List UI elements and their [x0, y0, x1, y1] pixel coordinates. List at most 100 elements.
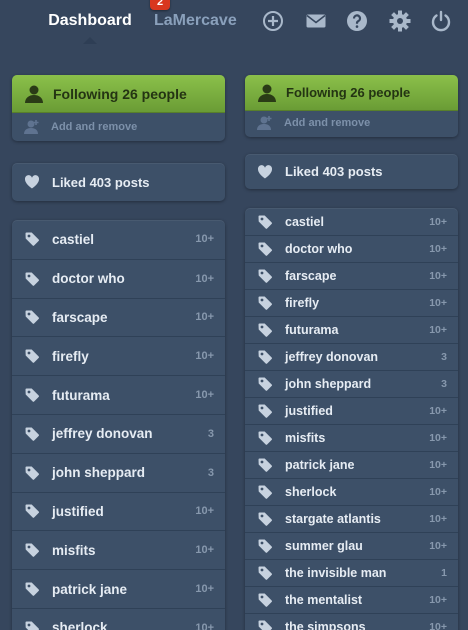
tag-new-post-count: 10+ [195, 621, 214, 630]
person-icon [258, 84, 276, 102]
tag-name: patrick jane [285, 458, 355, 472]
tag-list-item[interactable]: castiel 10+ [245, 208, 458, 235]
tag-icon [258, 620, 272, 630]
tag-new-post-count: 10+ [429, 405, 447, 417]
tag-name: stargate atlantis [285, 512, 381, 526]
tag-name: sherlock [52, 620, 108, 630]
gear-icon[interactable] [389, 10, 411, 32]
tag-name: firefly [52, 348, 89, 364]
mail-icon[interactable] [305, 10, 327, 32]
tag-list-item[interactable]: john sheppard 3 [245, 370, 458, 397]
following-card: Following 26 people Add and remove [245, 75, 458, 137]
tag-list-item[interactable]: farscape 10+ [12, 297, 225, 337]
tag-list-item[interactable]: the simpsons 10+ [245, 613, 458, 630]
nav-dashboard-tab[interactable]: Dashboard 2 [34, 0, 170, 44]
tag-list-item[interactable]: sherlock 10+ [12, 607, 225, 630]
tag-name: futurama [52, 387, 110, 403]
tag-new-post-count: 10+ [429, 513, 447, 525]
tag-new-post-count: 10+ [195, 311, 214, 324]
tag-list-item[interactable]: stargate atlantis 10+ [245, 505, 458, 532]
tag-list-item[interactable]: doctor who 10+ [245, 235, 458, 262]
tag-list-item[interactable]: futurama 10+ [12, 375, 225, 414]
tag-list-item[interactable]: justified 10+ [12, 491, 225, 531]
tag-icon [25, 621, 39, 630]
tag-icon [25, 427, 39, 441]
tag-name: jeffrey donovan [285, 350, 379, 364]
tag-list-item[interactable]: firefly 10+ [245, 289, 458, 316]
tag-name: patrick jane [52, 581, 128, 597]
power-icon[interactable] [430, 10, 452, 32]
tag-icon [25, 582, 39, 596]
tag-list-item[interactable]: castiel 10+ [12, 220, 225, 259]
tag-icon [25, 310, 39, 325]
tag-name: summer glau [285, 539, 363, 553]
tag-new-post-count: 3 [207, 466, 214, 479]
tag-icon [258, 458, 272, 472]
tag-list-item[interactable]: misfits 10+ [12, 530, 225, 569]
tag-new-post-count: 10+ [429, 270, 447, 282]
tag-list-item[interactable]: justified 10+ [245, 397, 458, 424]
tag-name: the mentalist [285, 593, 363, 607]
add-person-icon [24, 120, 39, 134]
tag-name: farscape [285, 269, 337, 283]
following-button[interactable]: Following 26 people [12, 75, 225, 113]
tag-list-item[interactable]: the invisible man 1 [245, 559, 458, 586]
tag-new-post-count: 10+ [429, 459, 447, 471]
tag-list-item[interactable]: futurama 10+ [245, 316, 458, 343]
tag-new-post-count: 10+ [429, 621, 447, 630]
following-card: Following 26 people Add and remove [12, 75, 225, 141]
add-remove-label: Add and remove [284, 117, 371, 129]
add-remove-link[interactable]: Add and remove [245, 111, 458, 135]
tag-icon [258, 539, 272, 553]
tag-new-post-count: 10+ [195, 389, 214, 402]
help-icon[interactable] [346, 10, 368, 32]
tag-name: castiel [285, 214, 324, 229]
tag-list-item[interactable]: the mentalist 10+ [245, 586, 458, 613]
liked-posts-link[interactable]: Liked 403 posts [12, 163, 225, 201]
tag-list-item[interactable]: jeffrey donovan 3 [12, 413, 225, 453]
tag-icon [258, 269, 272, 283]
new-post-icon[interactable] [262, 10, 284, 32]
tag-icon [25, 272, 39, 286]
tag-new-post-count: 10+ [195, 233, 214, 246]
tag-list-item[interactable]: john sheppard 3 [12, 452, 225, 492]
tag-icon [258, 404, 272, 418]
tag-new-post-count: 10+ [195, 544, 214, 557]
tag-new-post-count: 10+ [429, 432, 447, 444]
tag-new-post-count: 10+ [195, 583, 214, 596]
tag-icon [25, 543, 39, 558]
liked-label: Liked 403 posts [52, 174, 150, 190]
following-button[interactable]: Following 26 people [245, 75, 458, 111]
tag-name: misfits [285, 431, 326, 445]
tag-icon [258, 593, 272, 607]
tag-list-item[interactable]: doctor who 10+ [12, 258, 225, 298]
tag-list-item[interactable]: sherlock 10+ [245, 478, 458, 505]
add-remove-label: Add and remove [51, 121, 138, 133]
tag-list-item[interactable]: firefly 10+ [12, 336, 225, 375]
tag-name: justified [285, 404, 333, 418]
tag-list-item[interactable]: misfits 10+ [245, 424, 458, 451]
tag-icon [25, 504, 39, 519]
tag-name: firefly [285, 296, 320, 310]
tag-list-item[interactable]: patrick jane 10+ [245, 451, 458, 478]
add-remove-link[interactable]: Add and remove [12, 113, 225, 141]
tracked-tags-list: castiel 10+ doctor who 10+ farscape 10+ firefl… [12, 220, 225, 630]
liked-posts-link[interactable]: Liked 403 posts [245, 154, 458, 189]
heart-icon [24, 175, 40, 189]
active-tab-indicator [83, 37, 97, 44]
tag-new-post-count: 10+ [195, 350, 214, 363]
tag-name: futurama [285, 323, 339, 337]
tag-name: john sheppard [285, 377, 372, 391]
tag-list-item[interactable]: patrick jane 10+ [12, 569, 225, 608]
person-icon [25, 85, 43, 103]
tag-new-post-count: 10+ [195, 272, 214, 285]
following-label: Following 26 people [286, 85, 411, 100]
tag-list-item[interactable]: farscape 10+ [245, 262, 458, 289]
tag-icon [258, 566, 272, 580]
nav-blog-link[interactable]: LaMercave [154, 0, 237, 42]
tag-name: the simpsons [285, 620, 366, 630]
tag-name: the invisible man [285, 566, 387, 580]
tag-list-item[interactable]: jeffrey donovan 3 [245, 343, 458, 370]
tag-list-item[interactable]: summer glau 10+ [245, 532, 458, 559]
tag-name: farscape [52, 309, 108, 325]
